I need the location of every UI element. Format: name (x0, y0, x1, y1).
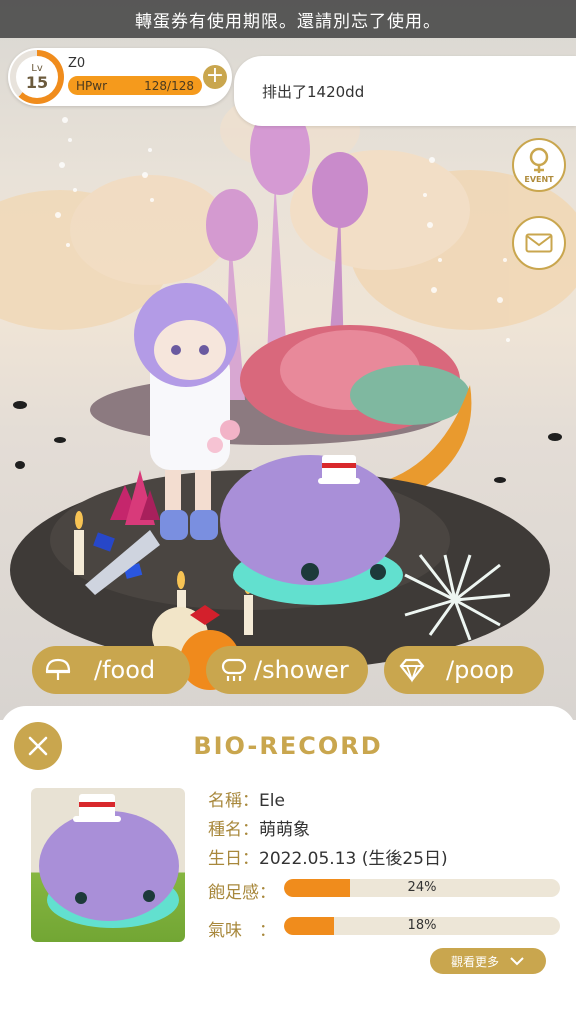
pet-portrait (31, 788, 185, 942)
player-name: Z0 (68, 56, 86, 71)
smell-label: 氣味 ： (208, 921, 276, 941)
species-row: 種名：萌萌象 (208, 815, 310, 840)
pet-ele (220, 455, 403, 605)
pet-name-row: 名稱：Ele (208, 786, 285, 811)
mail-button[interactable] (512, 216, 566, 270)
food-label: /food (94, 656, 156, 684)
birthday-row: 生日：2022.05.13 (生後25日) (208, 844, 448, 869)
smell-value: 18% (407, 918, 437, 933)
species-label: 種名： (208, 820, 259, 840)
birthday-value: 2022.05.13 (生後25日) (259, 849, 448, 869)
player-status-card[interactable]: Lv 15 Z0 HPwr 128/128 + (8, 48, 232, 106)
add-hp-button[interactable]: + (203, 65, 227, 89)
hp-bar: HPwr 128/128 (68, 76, 202, 95)
see-more-label: 觀看更多 (450, 954, 499, 969)
see-more-button[interactable]: 觀看更多 (430, 948, 546, 974)
pet-name-value: Ele (259, 791, 285, 811)
level-label: Lv (31, 62, 43, 74)
pet-portrait-image (39, 794, 179, 928)
event-icon (529, 147, 549, 173)
level-ring: Lv 15 (10, 50, 64, 104)
plus-icon: + (205, 63, 225, 88)
mail-icon (525, 233, 553, 253)
notice-text: 轉蛋券有使用期限。還請別忘了使用。 (135, 11, 441, 32)
succulent-plant (240, 325, 470, 435)
level-number: 15 (25, 72, 49, 92)
shower-button[interactable]: /shower (206, 646, 368, 694)
hp-label: HPwr (76, 78, 108, 93)
pet-name-label: 名稱： (208, 791, 259, 811)
food-icon (45, 658, 71, 680)
event-label: EVENT (524, 175, 554, 184)
poop-diamond-icon (399, 658, 425, 683)
species-value: 萌萌象 (259, 820, 310, 840)
message-bubble: 排出了1420dd (234, 56, 576, 126)
shower-icon (221, 658, 247, 681)
message-text: 排出了1420dd (262, 82, 365, 101)
food-button[interactable]: /food (32, 646, 190, 694)
level-badge: Lv 15 (16, 56, 58, 98)
poop-button[interactable]: /poop (384, 646, 544, 694)
smell-bar: 18% (284, 917, 560, 935)
chevron-down-icon (510, 957, 524, 966)
satiety-bar: 24% (284, 879, 560, 897)
hp-value: 128/128 (144, 78, 194, 93)
panel-title: BIO-RECORD (193, 732, 383, 760)
event-button[interactable]: EVENT (512, 138, 566, 192)
satiety-row: 飽足感： (208, 878, 276, 903)
bio-record-panel: BIO-RECORD 名稱：Ele 種名：萌萌象 生日：2022.05.13 (… (0, 706, 576, 1024)
notice-banner: 轉蛋券有使用期限。還請別忘了使用。 (0, 0, 576, 38)
satiety-label: 飽足感： (208, 883, 276, 903)
poop-label: /poop (446, 656, 514, 684)
birthday-label: 生日： (208, 849, 259, 869)
shower-label: /shower (254, 656, 349, 684)
smell-row: 氣味 ： (208, 916, 276, 941)
satiety-value: 24% (407, 880, 437, 895)
